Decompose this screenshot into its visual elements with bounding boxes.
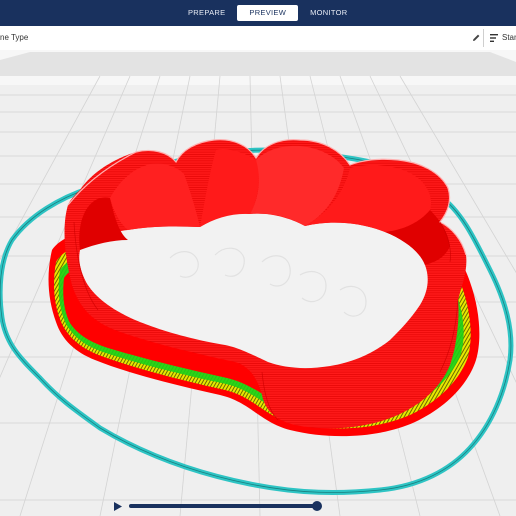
tab-monitor[interactable]: MONITOR — [298, 5, 359, 21]
sliders-icon[interactable] — [490, 33, 498, 43]
tab-prepare[interactable]: PREPARE — [176, 5, 237, 21]
layer-slider-handle[interactable] — [312, 501, 323, 511]
toolbar: ne Type Stan — [0, 26, 516, 51]
layer-slider-track[interactable] — [129, 504, 321, 508]
print-settings-button[interactable]: Stan — [502, 26, 516, 50]
stage-menu: PREPARE PREVIEW MONITOR — [0, 0, 516, 26]
3d-viewport[interactable] — [0, 50, 516, 516]
layer-scrubber — [0, 496, 516, 516]
view-type-selector[interactable]: ne Type — [0, 26, 28, 50]
toolbar-divider — [483, 29, 484, 47]
pencil-icon[interactable] — [471, 33, 481, 43]
stage-tabs: PREPARE PREVIEW MONITOR — [176, 5, 359, 21]
play-icon[interactable] — [113, 502, 122, 511]
tab-preview[interactable]: PREVIEW — [237, 5, 299, 21]
